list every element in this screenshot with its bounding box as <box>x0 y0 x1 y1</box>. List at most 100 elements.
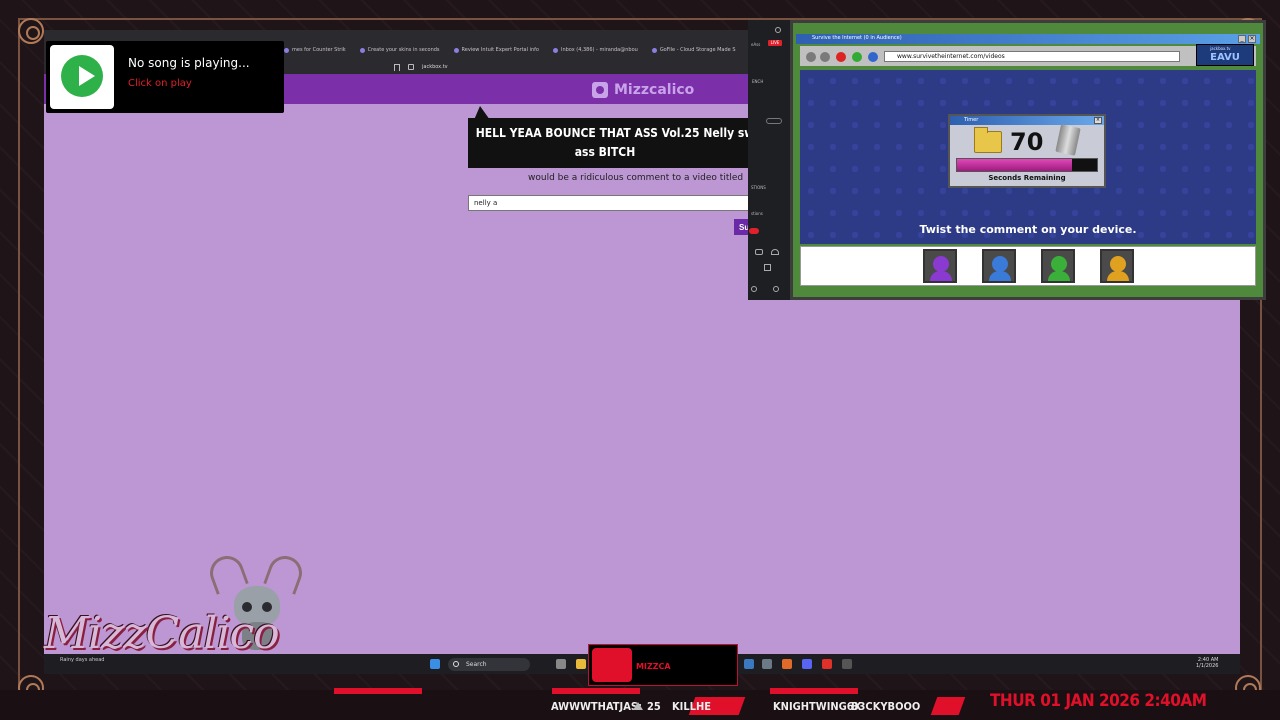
player-name: Mizzcalico <box>614 82 695 98</box>
ticker-datetime: THUR 01 JAN 2026 2:40AM <box>990 691 1207 711</box>
notification-badge <box>749 228 759 234</box>
address-bar-url: jackbox.tv <box>422 64 448 70</box>
settings-gear-icon[interactable] <box>773 286 779 292</box>
tab-favicon-icon <box>453 47 459 53</box>
discord-label: ENCH <box>752 79 764 84</box>
user-icon[interactable] <box>775 27 781 33</box>
timer-close-icon: × <box>1094 117 1102 124</box>
game-address-bar: www.survivetheinternet.com/videos <box>884 51 1180 62</box>
browser-tab[interactable]: mes for Counter Strik <box>284 44 346 56</box>
refresh-icon[interactable] <box>852 52 862 62</box>
search-icon <box>453 661 459 667</box>
player-roster <box>800 246 1256 286</box>
browser-tab-label: Review Intuit Expert Portal info <box>461 47 539 53</box>
ticker-name: KNIGHTWING6X <box>773 700 862 713</box>
headset-icon[interactable] <box>751 286 757 292</box>
live-badge: LIVE <box>768 40 782 46</box>
corner-ornament-top-left <box>18 18 44 44</box>
forward-icon[interactable] <box>820 52 830 62</box>
ticker-name: AWWWTHATJAS: <box>551 700 642 713</box>
browser-tab-label: Inbox (4,386) - miranda@nbou <box>560 47 638 53</box>
comment-input[interactable] <box>468 195 758 211</box>
avatar-head <box>1110 256 1126 272</box>
discord-icon[interactable] <box>802 659 812 669</box>
green-player-avatar <box>1041 249 1075 283</box>
discord-label: stions <box>751 211 763 216</box>
app-icon[interactable] <box>744 659 754 669</box>
ticker-accent <box>552 688 640 694</box>
now-playing-title: No song is playing... <box>128 56 250 70</box>
taskbar-search[interactable]: Search <box>448 658 530 671</box>
close-icon[interactable]: × <box>1248 35 1256 43</box>
play-circle-icon <box>61 55 103 97</box>
avatar-head <box>992 256 1008 272</box>
ticker-bits-icon <box>633 702 643 710</box>
avatar-head <box>1051 256 1067 272</box>
folder-icon <box>974 127 1002 153</box>
toggle-icon[interactable] <box>766 118 782 124</box>
avatar-body <box>1107 271 1129 281</box>
now-playing-widget: No song is playing... Click on play <box>46 41 284 113</box>
start-icon[interactable] <box>430 659 440 669</box>
address-bar[interactable]: jackbox.tv <box>394 61 748 73</box>
stream-overlay: mes for Counter Strik Create your skins … <box>0 0 1280 720</box>
click-to-play-link[interactable]: Click on play <box>128 78 192 89</box>
site-info-icon[interactable] <box>408 64 414 70</box>
discord-label: eAss <box>751 42 761 47</box>
headphones-icon[interactable] <box>771 249 779 255</box>
avatar-body <box>930 271 952 281</box>
purple-player-avatar <box>923 249 957 283</box>
browser-tab-label: Create your skins in seconds <box>367 47 440 53</box>
play-icon <box>79 66 95 86</box>
weather-widget[interactable]: Rainy days ahead <box>60 657 104 663</box>
browser-tab[interactable]: Inbox (4,386) - miranda@nbou <box>552 44 638 56</box>
timer-value: 70 <box>1010 128 1044 156</box>
game-window-title: Survive the Internet (0 in Audience) <box>812 35 902 41</box>
game-logo-url: jackbox.tv <box>1210 46 1231 51</box>
avatar-body <box>1048 271 1070 281</box>
task-view-icon[interactable] <box>556 659 566 669</box>
settings-icon[interactable] <box>762 659 772 669</box>
player-avatar-icon <box>592 82 608 98</box>
browser-tab-strip: mes for Counter Strik Create your skins … <box>284 44 748 56</box>
ticker-name: KILLHE <box>672 700 712 713</box>
browser-tab[interactable]: Review Intuit Expert Portal info <box>453 44 539 56</box>
timer-progress-fill <box>957 159 1072 171</box>
orange-player-avatar <box>1100 249 1134 283</box>
browser-tab[interactable]: Create your skins in seconds <box>359 44 440 56</box>
browser-tab-label: GoFile - Cloud Storage Made S <box>659 47 736 53</box>
ticker-count: 25 <box>647 700 661 713</box>
mic-icon[interactable] <box>755 249 763 255</box>
jackbox-brand: Mizzcalico <box>592 80 694 100</box>
file-explorer-icon[interactable] <box>576 659 586 669</box>
tab-favicon-icon <box>359 47 365 53</box>
music-app-logo <box>50 45 114 109</box>
ticker-name: B3CKYBOOO <box>851 700 921 713</box>
taskbar-date: 1/1/2026 <box>1196 663 1219 669</box>
alert-text: MIZZCA <box>636 662 671 671</box>
avatar-head <box>933 256 949 272</box>
screen-share-icon[interactable] <box>764 264 771 271</box>
game-instruction: Twist the comment on your device. <box>919 223 1137 236</box>
back-icon[interactable] <box>806 52 816 62</box>
app-icon[interactable] <box>782 659 792 669</box>
prompt-instruction: would be a ridiculous comment to a video… <box>528 173 744 183</box>
alert-icon <box>592 648 632 682</box>
prompt-line-2: ass BITCH <box>574 145 636 159</box>
tab-favicon-icon <box>284 47 289 53</box>
stop-icon[interactable] <box>836 52 846 62</box>
discord-sidebar <box>748 20 790 300</box>
minimize-icon[interactable]: _ <box>1238 35 1246 43</box>
tab-favicon-icon <box>552 47 558 53</box>
browser-tab-label: mes for Counter Strik <box>292 47 346 53</box>
taskbar-clock[interactable]: 2:40 AM 1/1/2026 <box>1196 657 1218 669</box>
brave-icon[interactable] <box>822 659 832 669</box>
discord-label: STIONS <box>751 185 766 190</box>
channel-logo: MizzCalico <box>44 608 280 659</box>
app-icon[interactable] <box>842 659 852 669</box>
browser-tab[interactable]: GoFile - Cloud Storage Made S <box>651 44 736 56</box>
bookmark-icon[interactable] <box>394 63 400 71</box>
home-icon[interactable] <box>868 52 878 62</box>
ticker-accent <box>334 688 422 694</box>
tab-favicon-icon <box>651 47 657 53</box>
